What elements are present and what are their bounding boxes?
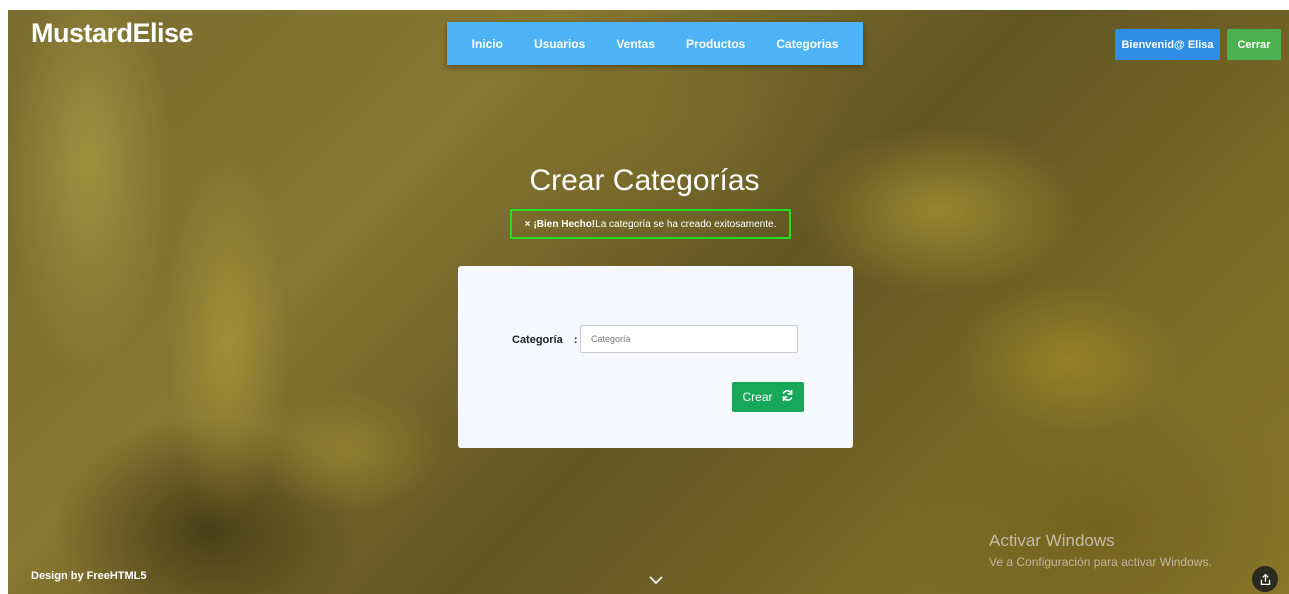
category-label-text: Categoría — [512, 334, 563, 346]
nav-item-productos[interactable]: Productos — [686, 37, 745, 51]
chevron-down-icon[interactable] — [648, 572, 664, 590]
category-field-label: Categoría : — [512, 334, 577, 346]
logout-button[interactable]: Cerrar — [1227, 29, 1281, 60]
alert-message: La categoría se ha creado exitosamente. — [595, 218, 777, 230]
welcome-user-button[interactable]: Bienvenid@ Elisa — [1115, 29, 1220, 60]
category-input[interactable] — [580, 325, 798, 353]
create-category-button[interactable]: Crear — [732, 382, 804, 412]
footer-credit[interactable]: Design by FreeHTML5 — [31, 570, 147, 582]
main-nav: Inicio Usuarios Ventas Productos Categor… — [447, 22, 863, 65]
brand-logo[interactable]: MustardElise — [31, 18, 194, 49]
alert-close-icon[interactable]: × — [525, 219, 531, 230]
nav-item-categorias[interactable]: Categorias — [776, 37, 838, 51]
success-alert: × ¡Bien Hecho! La categoría se ha creado… — [510, 209, 791, 239]
category-form-card: Categoría : Crear — [458, 266, 853, 448]
refresh-icon — [781, 389, 794, 405]
windows-activation-subtitle: Ve a Configuración para activar Windows. — [989, 555, 1212, 569]
page-title: Crear Categorías — [529, 164, 760, 197]
nav-item-usuarios[interactable]: Usuarios — [534, 37, 585, 51]
create-button-label: Crear — [742, 390, 773, 404]
alert-strong-text: ¡Bien Hecho! — [533, 218, 596, 230]
nav-item-ventas[interactable]: Ventas — [616, 37, 655, 51]
category-label-separator: : — [573, 334, 578, 346]
windows-activation-title: Activar Windows — [989, 531, 1115, 550]
nav-item-inicio[interactable]: Inicio — [472, 37, 503, 51]
share-icon[interactable] — [1252, 566, 1278, 592]
